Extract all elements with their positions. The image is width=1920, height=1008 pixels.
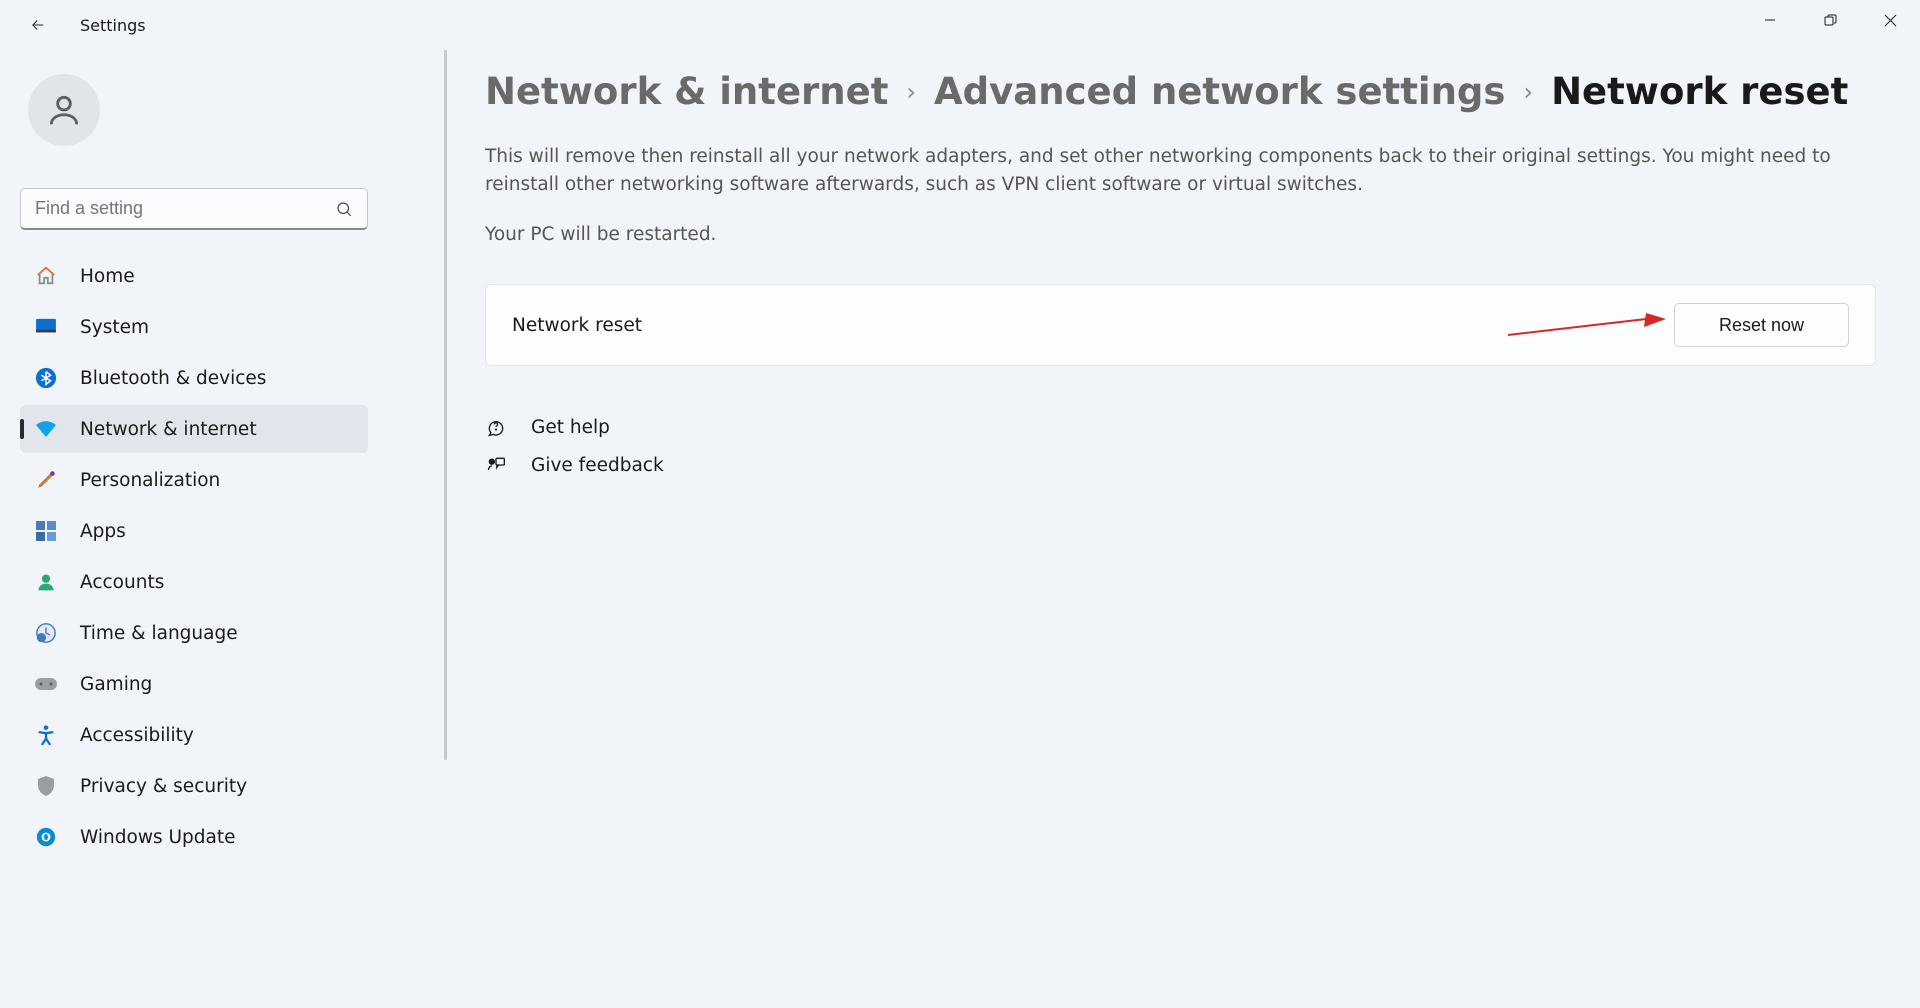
sidebar-item-privacy[interactable]: Privacy & security xyxy=(20,762,368,810)
clock-globe-icon xyxy=(34,621,58,645)
sidebar-item-windows-update[interactable]: Windows Update xyxy=(20,813,368,861)
gamepad-icon xyxy=(34,672,58,696)
search-field[interactable] xyxy=(35,198,335,219)
annotation-arrow-icon xyxy=(1506,313,1666,339)
breadcrumb-level1[interactable]: Network & internet xyxy=(485,70,888,113)
sidebar-item-personalization[interactable]: Personalization xyxy=(20,456,368,504)
brush-icon xyxy=(34,468,58,492)
network-reset-card: Network reset Reset now xyxy=(485,284,1876,366)
system-icon xyxy=(34,315,58,339)
accounts-icon xyxy=(34,570,58,594)
sidebar-item-accessibility[interactable]: Accessibility xyxy=(20,711,368,759)
nav-label: Network & internet xyxy=(80,419,257,440)
sidebar-item-time-language[interactable]: Time & language xyxy=(20,609,368,657)
sidebar-item-home[interactable]: Home xyxy=(20,252,368,300)
close-icon xyxy=(1884,14,1897,27)
chevron-right-icon: › xyxy=(906,78,916,106)
get-help-link[interactable]: Get help xyxy=(485,416,1876,438)
user-icon xyxy=(45,91,83,129)
sidebar-item-accounts[interactable]: Accounts xyxy=(20,558,368,606)
breadcrumb-level2[interactable]: Advanced network settings xyxy=(934,70,1505,113)
update-icon xyxy=(34,825,58,849)
main-content: Network & internet › Advanced network se… xyxy=(385,50,1920,1008)
accessibility-icon xyxy=(34,723,58,747)
sidebar-item-apps[interactable]: Apps xyxy=(20,507,368,555)
help-icon xyxy=(485,416,507,438)
nav-label: Privacy & security xyxy=(80,776,247,797)
nav-label: Accessibility xyxy=(80,725,194,746)
chevron-right-icon: › xyxy=(1523,78,1533,106)
nav-label: System xyxy=(80,317,149,338)
sidebar-item-gaming[interactable]: Gaming xyxy=(20,660,368,708)
breadcrumb: Network & internet › Advanced network se… xyxy=(485,70,1876,113)
nav-label: Bluetooth & devices xyxy=(80,368,266,389)
feedback-icon xyxy=(485,454,507,476)
shield-icon xyxy=(34,774,58,798)
nav-label: Home xyxy=(80,266,135,287)
search-icon xyxy=(335,200,353,218)
card-title: Network reset xyxy=(512,315,642,336)
sidebar: Home System Bluetooth & devices Network … xyxy=(0,50,385,1008)
home-icon xyxy=(34,264,58,288)
app-title: Settings xyxy=(80,16,146,35)
reset-now-button[interactable]: Reset now xyxy=(1674,303,1849,347)
nav-label: Windows Update xyxy=(80,827,235,848)
arrow-left-icon xyxy=(29,16,47,34)
sidebar-item-network[interactable]: Network & internet xyxy=(20,405,368,453)
breadcrumb-level3: Network reset xyxy=(1551,70,1848,113)
give-feedback-link[interactable]: Give feedback xyxy=(485,454,1876,476)
nav-label: Time & language xyxy=(80,623,238,644)
apps-icon xyxy=(34,519,58,543)
feedback-label: Give feedback xyxy=(531,455,664,476)
maximize-button[interactable] xyxy=(1800,0,1860,40)
nav-label: Accounts xyxy=(80,572,164,593)
page-description: This will remove then reinstall all your… xyxy=(485,143,1865,199)
nav-list: Home System Bluetooth & devices Network … xyxy=(20,252,368,861)
titlebar: Settings xyxy=(0,0,1920,50)
maximize-icon xyxy=(1824,14,1837,27)
avatar[interactable] xyxy=(28,74,100,146)
minimize-icon xyxy=(1764,14,1776,26)
bluetooth-icon xyxy=(34,366,58,390)
sidebar-item-bluetooth[interactable]: Bluetooth & devices xyxy=(20,354,368,402)
nav-label: Gaming xyxy=(80,674,152,695)
help-label: Get help xyxy=(531,417,610,438)
nav-label: Personalization xyxy=(80,470,220,491)
close-button[interactable] xyxy=(1860,0,1920,40)
search-input[interactable] xyxy=(20,188,368,230)
minimize-button[interactable] xyxy=(1740,0,1800,40)
window-controls xyxy=(1740,0,1920,40)
nav-label: Apps xyxy=(80,521,126,542)
sidebar-item-system[interactable]: System xyxy=(20,303,368,351)
wifi-icon xyxy=(34,417,58,441)
back-button[interactable] xyxy=(18,5,58,45)
restart-note: Your PC will be restarted. xyxy=(485,221,1865,249)
